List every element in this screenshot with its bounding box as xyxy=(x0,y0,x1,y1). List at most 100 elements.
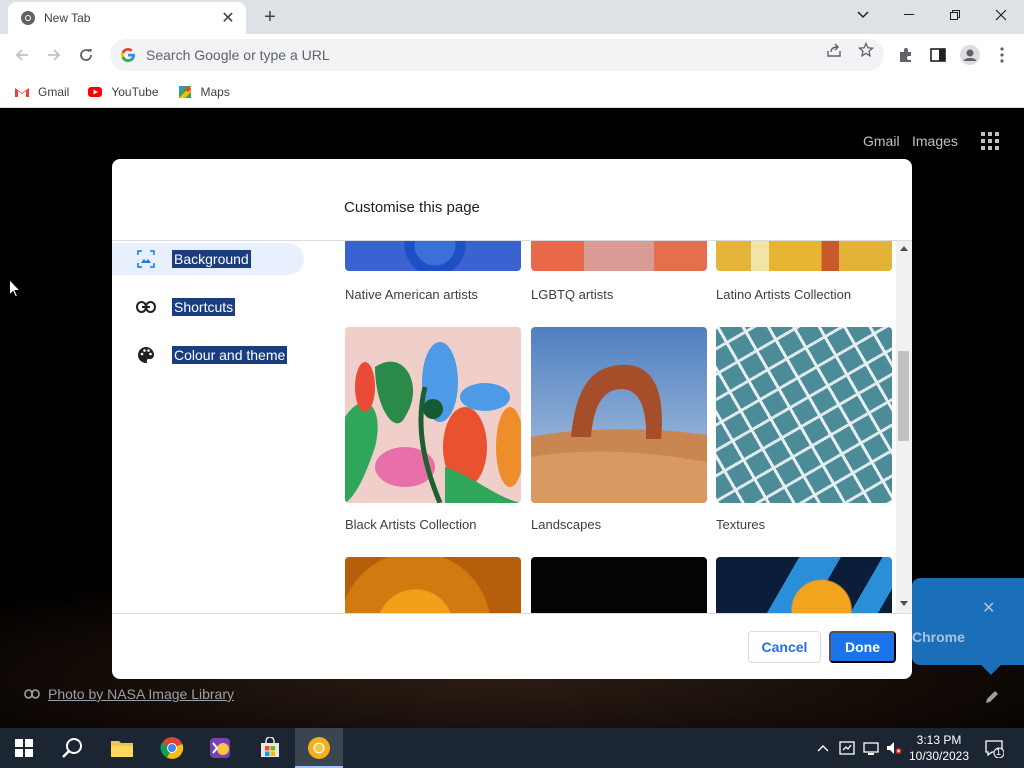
bookmarks-bar: Gmail YouTube Maps xyxy=(0,76,1024,108)
collection-label: Landscapes xyxy=(531,517,602,532)
apps-grid-icon[interactable] xyxy=(981,132,999,150)
notifications-icon[interactable]: 1 xyxy=(984,738,1004,758)
collection-landscapes[interactable]: Landscapes xyxy=(531,327,707,532)
close-tab-icon[interactable]: ✕ xyxy=(220,10,236,27)
toolbar xyxy=(0,34,1024,76)
app-icon xyxy=(210,738,230,758)
search-input[interactable] xyxy=(146,47,884,63)
collection-tile[interactable] xyxy=(716,557,892,613)
tab-strip: New Tab ✕ + xyxy=(0,0,1024,34)
network-icon[interactable] xyxy=(863,740,879,756)
volume-muted-icon[interactable] xyxy=(886,740,902,756)
collection-tile[interactable] xyxy=(345,557,521,613)
menu-item-label: Shortcuts xyxy=(172,298,236,316)
extensions-icon[interactable] xyxy=(896,45,916,65)
system-clock[interactable]: 3:13 PM 10/30/2023 xyxy=(906,732,972,764)
cancel-button[interactable]: Cancel xyxy=(748,631,821,663)
collection-thumbnail[interactable] xyxy=(345,241,521,271)
promo-text: Chrome xyxy=(912,629,965,645)
collection-thumbnail[interactable] xyxy=(716,557,892,613)
arch-landscape xyxy=(531,327,707,503)
collection-label: Native American artists xyxy=(345,287,478,302)
images-link[interactable]: Images xyxy=(912,133,958,149)
collection-thumbnail[interactable] xyxy=(345,327,521,503)
collection-native-american-artists[interactable]: Native American artists xyxy=(345,241,521,302)
collection-latino-artists[interactable]: Latino Artists Collection xyxy=(716,241,892,302)
chrome-icon xyxy=(21,11,35,25)
menu-item-label: Background xyxy=(172,250,251,268)
new-tab-button[interactable]: + xyxy=(256,5,284,29)
gmail-link[interactable]: Gmail xyxy=(863,133,900,149)
chrome-canary-icon xyxy=(308,737,330,759)
forward-arrow-icon xyxy=(48,49,61,61)
collection-black-artists[interactable]: Black Artists Collection xyxy=(345,327,521,532)
scroll-down-icon[interactable] xyxy=(900,601,908,606)
chrome-taskbar-button[interactable] xyxy=(148,728,196,768)
menu-item-colour-theme[interactable]: Colour and theme xyxy=(112,339,288,371)
bookmark-label: Maps xyxy=(200,84,230,99)
collection-textures[interactable]: Textures xyxy=(716,327,892,532)
tab-search-icon[interactable] xyxy=(840,0,886,30)
collection-thumbnail[interactable] xyxy=(531,241,707,271)
collection-label: Latino Artists Collection xyxy=(716,287,852,302)
google-icon xyxy=(121,48,135,62)
bookmark-star-icon[interactable] xyxy=(858,42,874,58)
search-icon xyxy=(62,738,82,758)
bookmark-youtube[interactable]: YouTube xyxy=(87,84,159,100)
tab-title: New Tab xyxy=(44,11,91,25)
folder-icon xyxy=(111,741,133,757)
collection-tile[interactable] xyxy=(531,557,707,613)
minimize-button[interactable] xyxy=(886,0,932,30)
bookmark-label: Gmail xyxy=(38,84,70,99)
clock-date: 10/30/2023 xyxy=(908,749,970,763)
collection-thumbnail[interactable] xyxy=(345,557,521,613)
menu-item-shortcuts[interactable]: Shortcuts xyxy=(112,291,236,323)
scroll-up-icon[interactable] xyxy=(900,246,908,251)
back-button[interactable] xyxy=(10,43,34,67)
tab-new-tab[interactable]: New Tab ✕ xyxy=(8,2,246,34)
collection-thumbnail[interactable] xyxy=(531,327,707,503)
chrome-icon xyxy=(160,737,184,759)
side-panel-icon[interactable] xyxy=(928,45,948,65)
restore-button[interactable] xyxy=(932,0,978,30)
back-arrow-icon xyxy=(15,49,28,61)
reload-icon xyxy=(80,49,92,61)
content-scrollbar[interactable] xyxy=(896,241,912,613)
attribution-text[interactable]: Photo by NASA Image Library xyxy=(48,686,234,702)
menu-item-background[interactable]: Background xyxy=(112,243,304,275)
store-taskbar-button[interactable] xyxy=(246,728,294,768)
youtube-icon xyxy=(88,86,103,97)
scroll-thumb[interactable] xyxy=(898,351,909,441)
bookmark-gmail[interactable]: Gmail xyxy=(14,84,69,100)
close-window-button[interactable] xyxy=(978,0,1024,30)
reload-button[interactable] xyxy=(74,43,98,67)
flowers-artwork xyxy=(345,327,521,503)
collection-lgbtq-artists[interactable]: LGBTQ artists xyxy=(531,241,707,302)
close-icon[interactable]: ✕ xyxy=(982,598,995,618)
profile-avatar[interactable] xyxy=(960,45,980,65)
collection-thumbnail[interactable] xyxy=(531,557,707,613)
share-icon[interactable] xyxy=(826,42,842,58)
customise-dialog: Customise this page Background Shortcuts… xyxy=(112,159,912,679)
pencil-icon[interactable] xyxy=(984,689,1000,705)
photo-attribution[interactable]: Photo by NASA Image Library xyxy=(24,686,234,702)
app-taskbar-button[interactable] xyxy=(196,728,244,768)
menu-item-label: Colour and theme xyxy=(172,346,288,364)
file-explorer-button[interactable] xyxy=(98,728,146,768)
windows-taskbar: 3:13 PM 10/30/2023 1 xyxy=(0,728,1024,768)
bookmark-maps[interactable]: Maps xyxy=(177,84,230,100)
divider xyxy=(112,613,912,614)
chevron-up-icon[interactable] xyxy=(815,740,831,756)
address-bar[interactable] xyxy=(110,39,884,71)
search-button[interactable] xyxy=(48,728,96,768)
chrome-canary-taskbar-button[interactable] xyxy=(295,728,343,768)
start-button[interactable] xyxy=(0,728,48,768)
tray-app-icon[interactable] xyxy=(839,740,855,756)
clock-time: 3:13 PM xyxy=(916,733,962,747)
collection-thumbnail[interactable] xyxy=(716,327,892,503)
done-button[interactable]: Done xyxy=(829,631,896,663)
menu-kebab-icon[interactable] xyxy=(992,45,1012,65)
collection-label: LGBTQ artists xyxy=(531,287,614,302)
forward-button[interactable] xyxy=(42,43,66,67)
collection-thumbnail[interactable] xyxy=(716,241,892,271)
